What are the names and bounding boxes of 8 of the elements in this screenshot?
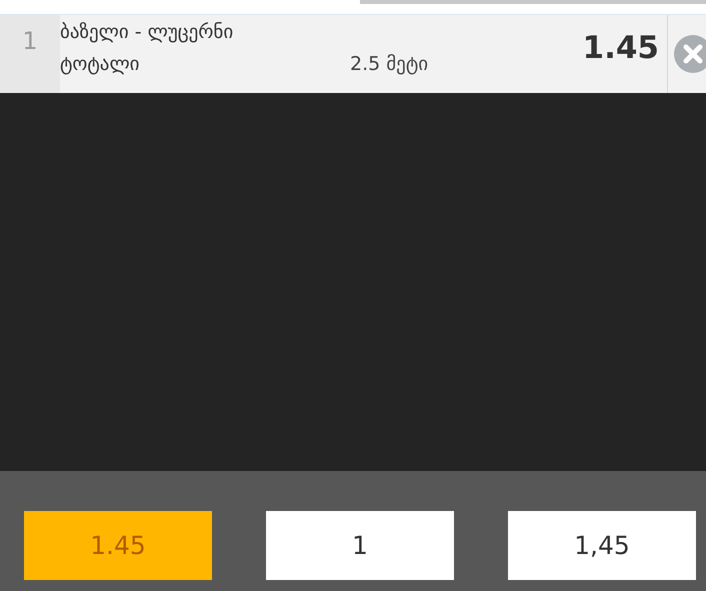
market-name: ტოტალი <box>60 52 141 77</box>
match-name: ბაზელი - ლუცერნი <box>60 21 234 43</box>
odds-value: 1.45 <box>582 33 659 64</box>
bet-number: 1 <box>22 29 38 55</box>
amount-box[interactable]: 1 <box>266 511 454 580</box>
selection-label: 2.5 მეტი <box>350 52 428 77</box>
close-icon[interactable] <box>674 35 706 73</box>
amount-box[interactable]: 1,45 <box>508 511 696 580</box>
